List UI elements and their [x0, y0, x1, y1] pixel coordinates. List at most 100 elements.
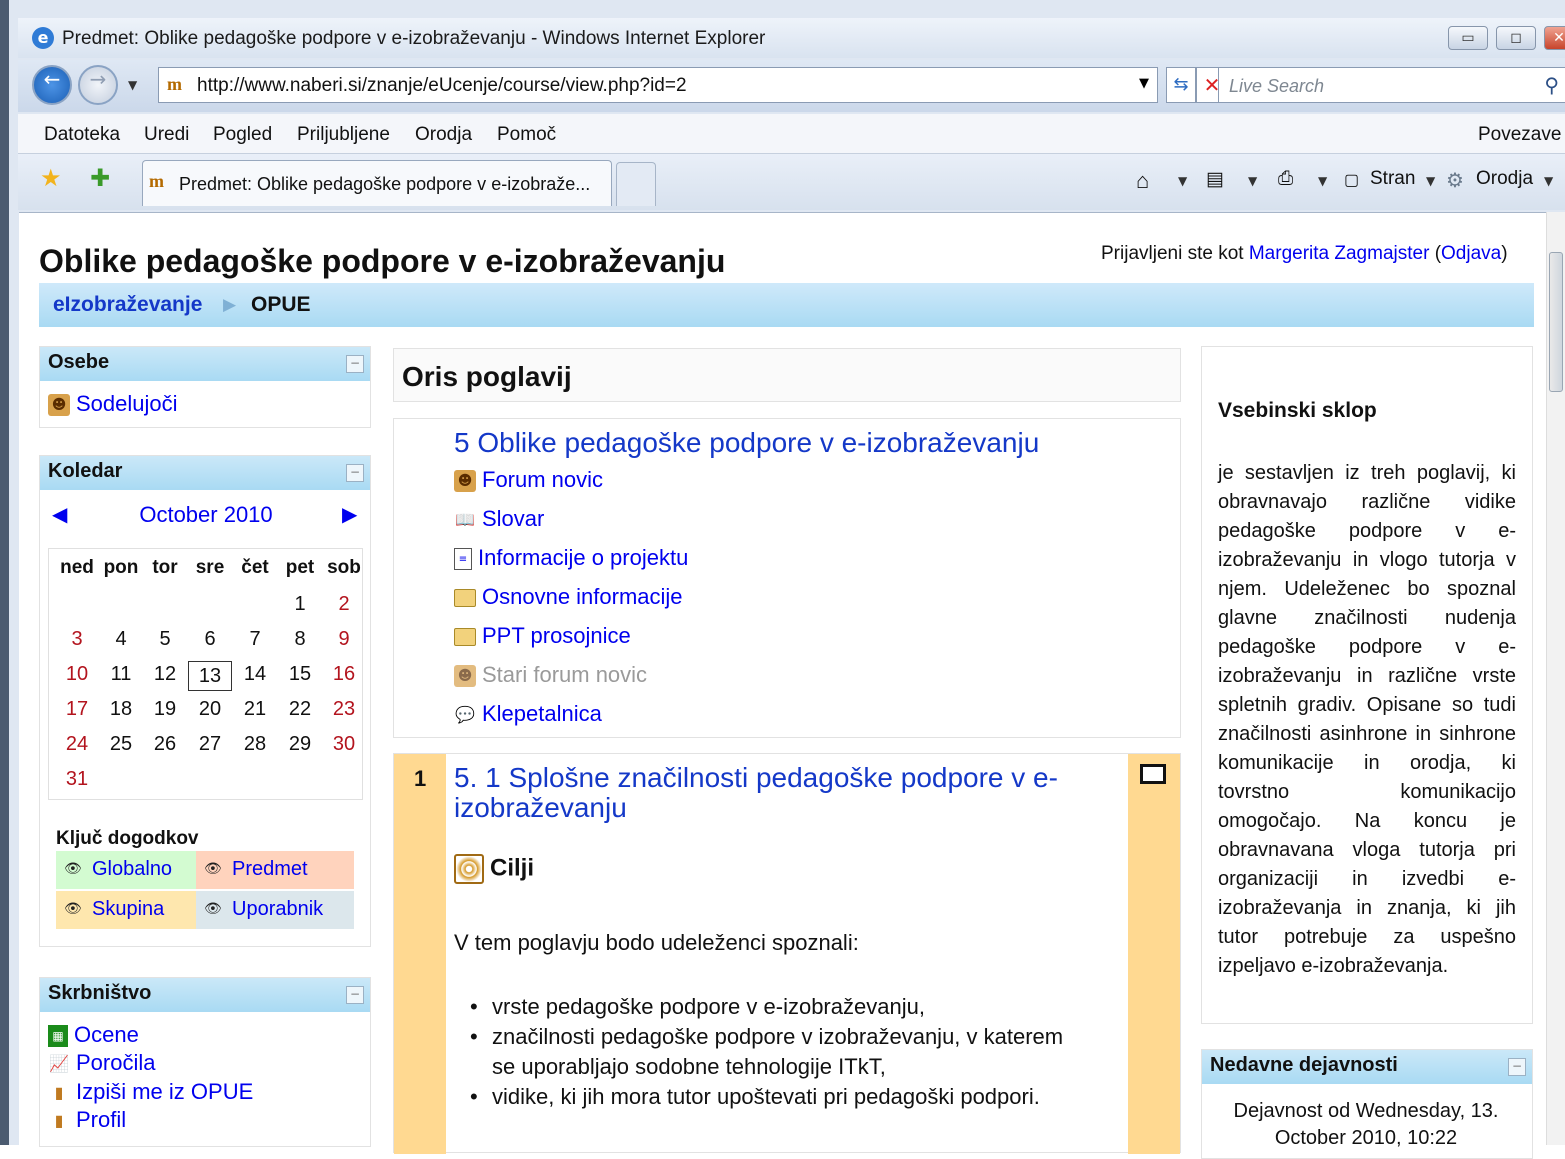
activity-project-info[interactable]: ≡ Informacije o projektu — [454, 545, 688, 571]
refresh-icon[interactable]: ⇆ — [1166, 67, 1196, 103]
calendar-month[interactable]: October 2010 — [40, 502, 372, 528]
collapse-icon[interactable]: − — [346, 986, 364, 1004]
legend-group[interactable]: 👁 Skupina — [56, 891, 196, 929]
search-icon[interactable]: ⚲ — [1544, 73, 1559, 97]
page-icon: ▢ — [1344, 172, 1360, 189]
maximize-button[interactable]: ◻ — [1496, 26, 1536, 50]
history-dropdown-icon[interactable]: ▼ — [128, 78, 137, 92]
grades-link[interactable]: ▦ Ocene — [48, 1022, 139, 1048]
feeds-dropdown-icon[interactable]: ▼ — [1248, 174, 1257, 188]
menu-favorites[interactable]: Priljubljene — [297, 124, 390, 146]
calendar-day[interactable]: 29 — [278, 733, 322, 756]
login-info: Prijavljeni ste kot Margerita Zagmajster… — [1101, 243, 1508, 265]
activity-glossary[interactable]: 📖 Slovar — [454, 506, 544, 532]
calendar-day[interactable]: 22 — [278, 698, 322, 721]
legend-course[interactable]: 👁 Predmet — [196, 851, 354, 889]
back-button[interactable]: ← — [32, 65, 72, 105]
calendar-day[interactable]: 23 — [322, 698, 366, 721]
print-dropdown-icon[interactable]: ▼ — [1318, 174, 1327, 188]
calendar-day[interactable]: 25 — [99, 733, 143, 756]
logout-link[interactable]: Odjava — [1441, 243, 1501, 264]
url-dropdown-icon[interactable]: ▼ — [1139, 76, 1149, 91]
calendar-day[interactable]: 21 — [233, 698, 277, 721]
home-icon[interactable]: ⌂ — [1136, 168, 1149, 194]
forum-icon: ☻ — [454, 470, 476, 493]
calendar-day[interactable]: 15 — [278, 663, 322, 686]
calendar-day[interactable]: 7 — [233, 628, 277, 651]
collapse-icon[interactable]: − — [1508, 1058, 1526, 1076]
new-tab-button[interactable] — [616, 162, 656, 206]
calendar-day[interactable]: 9 — [322, 628, 366, 651]
unenrol-link[interactable]: ▮ Izpiši me iz OPUE — [48, 1079, 254, 1105]
activity-old-forum[interactable]: ☻ Stari forum novic — [454, 662, 647, 688]
calendar-day[interactable]: 27 — [188, 733, 232, 756]
calendar-day[interactable]: 30 — [322, 733, 366, 756]
calendar-day[interactable]: 6 — [188, 628, 232, 651]
section-0: 5 Oblike pedagoške podpore v e-izobražev… — [393, 418, 1181, 738]
close-button[interactable]: ✕ — [1544, 26, 1565, 50]
links-toolbar[interactable]: Povezave — [1478, 124, 1561, 146]
add-favorite-icon[interactable]: ✚ — [90, 164, 110, 192]
tab-active[interactable]: m Predmet: Oblike pedagoške podpore v e-… — [142, 160, 612, 206]
calendar-day[interactable]: 10 — [55, 663, 99, 686]
grades-label: Ocene — [74, 1022, 139, 1047]
calendar-day[interactable]: 26 — [143, 733, 187, 756]
calendar-day[interactable]: 14 — [233, 663, 277, 686]
calendar-day[interactable]: 3 — [55, 628, 99, 651]
menu-help[interactable]: Pomoč — [497, 124, 556, 146]
collapse-icon[interactable]: − — [346, 355, 364, 373]
tools-menu[interactable]: Orodja — [1476, 168, 1533, 190]
activity-basic-info[interactable]: Osnovne informacije — [454, 584, 683, 610]
highlight-checkbox[interactable] — [1140, 764, 1166, 784]
calendar-day[interactable]: 20 — [188, 698, 232, 721]
activity-chat[interactable]: 💬 Klepetalnica — [454, 701, 602, 727]
page-menu[interactable]: Stran — [1370, 168, 1415, 190]
activity-news-forum[interactable]: ☻ Forum novic — [454, 467, 603, 493]
calendar-day[interactable]: 17 — [55, 698, 99, 721]
page-dropdown-icon[interactable]: ▼ — [1426, 174, 1435, 188]
calendar-day[interactable]: 12 — [143, 663, 187, 686]
home-dropdown-icon[interactable]: ▼ — [1178, 174, 1187, 188]
breadcrumb-home[interactable]: eIzobraževanje — [53, 293, 202, 317]
next-month-icon[interactable]: ▶ — [342, 502, 357, 526]
calendar-day[interactable]: 2 — [322, 593, 366, 616]
legend-global[interactable]: 👁 Globalno — [56, 851, 196, 889]
menu-view[interactable]: Pogled — [213, 124, 272, 146]
calendar-day[interactable]: 5 — [143, 628, 187, 651]
scrollbar-thumb[interactable] — [1549, 252, 1563, 392]
breadcrumb-separator-icon: ▶ — [223, 295, 237, 315]
reports-link[interactable]: 📈 Poročila — [48, 1050, 155, 1076]
menu-file[interactable]: Datoteka — [44, 124, 120, 146]
participants-link[interactable]: ☻ Sodelujoči — [48, 391, 178, 417]
url-field[interactable]: m http://www.naberi.si/znanje/eUcenje/co… — [158, 67, 1158, 103]
feeds-icon[interactable]: ▤ — [1206, 168, 1224, 191]
search-input[interactable]: Live Search ⚲ — [1218, 67, 1565, 103]
legend-user[interactable]: 👁 Uporabnik — [196, 891, 354, 929]
calendar-grid: ned pon tor sre čet pet sob 1 2 3 4 5 6 7 8 9 10 1… — [48, 548, 363, 800]
user-link[interactable]: Margerita Zagmajster — [1249, 243, 1430, 264]
menu-tools[interactable]: Orodja — [415, 124, 472, 146]
calendar-day[interactable]: 4 — [99, 628, 143, 651]
calendar-day[interactable]: 28 — [233, 733, 277, 756]
tools-dropdown-icon[interactable]: ▼ — [1544, 174, 1553, 188]
activity-ppt-slides[interactable]: PPT prosojnice — [454, 623, 631, 649]
calendar-day[interactable]: 19 — [143, 698, 187, 721]
minimize-button[interactable]: ▭ — [1448, 26, 1488, 50]
calendar-day[interactable]: 16 — [322, 663, 366, 686]
collapse-icon[interactable]: − — [346, 464, 364, 482]
menu-edit[interactable]: Uredi — [144, 124, 189, 146]
calendar-day[interactable]: 11 — [99, 663, 143, 686]
calendar-day[interactable]: 1 — [278, 593, 322, 616]
calendar-today[interactable]: 13 — [188, 661, 232, 691]
list-item-text: vrste pedagoške podpore v e-izobraževanj… — [492, 994, 925, 1019]
calendar-day[interactable]: 18 — [99, 698, 143, 721]
calendar-day[interactable]: 31 — [55, 768, 99, 791]
calendar-day[interactable]: 24 — [55, 733, 99, 756]
legend-global-label: Globalno — [92, 858, 173, 880]
calendar-day[interactable]: 8 — [278, 628, 322, 651]
forward-button[interactable]: → — [78, 65, 118, 105]
favorites-star-icon[interactable]: ★ — [40, 164, 62, 192]
vertical-scrollbar[interactable] — [1546, 212, 1565, 1145]
profile-link[interactable]: ▮ Profil — [48, 1107, 127, 1133]
print-icon[interactable]: ⎙ — [1278, 168, 1293, 190]
